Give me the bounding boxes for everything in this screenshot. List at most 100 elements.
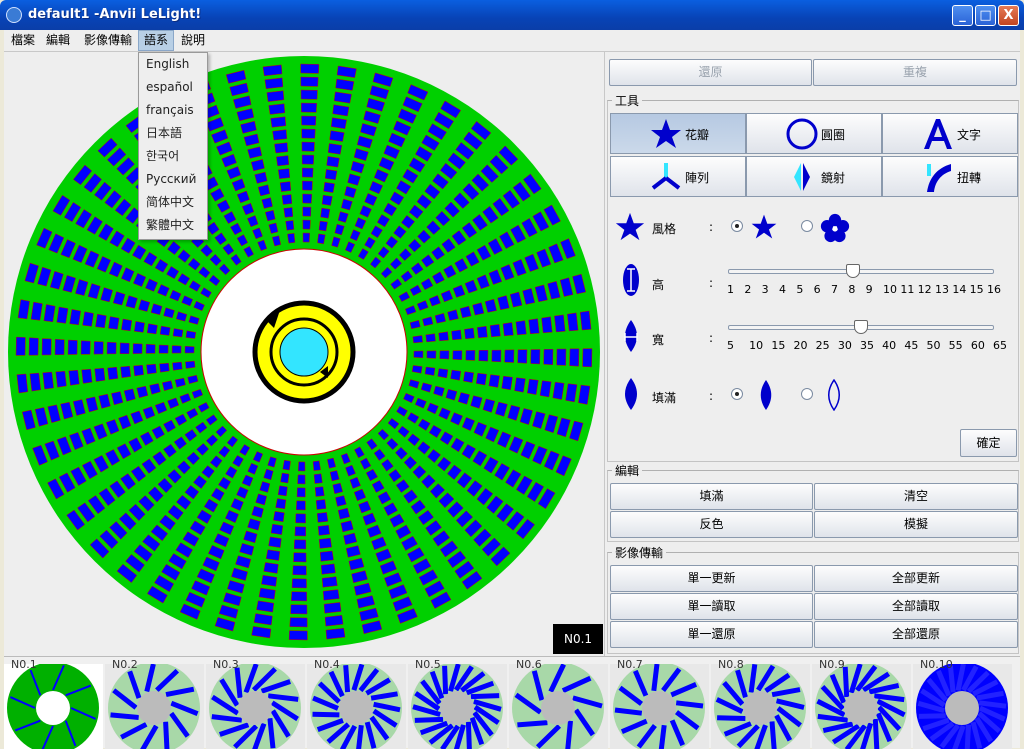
menu-language[interactable]: 語系: [138, 30, 175, 51]
pattern-cell: [302, 167, 314, 178]
language-option-english[interactable]: English: [139, 53, 207, 76]
pattern-cell: [289, 617, 308, 628]
language-option-traditional-chinese[interactable]: 繁體中文: [139, 214, 207, 237]
height-slider-track[interactable]: [728, 269, 994, 274]
pattern-cell: [69, 309, 81, 326]
pattern-cell: [425, 333, 436, 343]
invert-button[interactable]: 反色: [610, 511, 813, 538]
tool-text-button[interactable]: 文字: [882, 113, 1018, 154]
thumbnail-slot[interactable]: N0.7: [610, 657, 709, 749]
tool-text-label: 文字: [957, 128, 982, 142]
thumbnail-slot[interactable]: N0.9: [812, 657, 911, 749]
drawing-canvas[interactable]: N0.1: [4, 52, 604, 656]
fill-solid-radio[interactable]: [731, 388, 743, 400]
language-option-simplified-chinese[interactable]: 简体中文: [139, 191, 207, 214]
width-slider-thumb[interactable]: [854, 320, 868, 334]
transfer-group-title: 影像傳輸: [612, 544, 667, 561]
language-option-korean[interactable]: 한국어: [139, 145, 207, 168]
language-option-russian[interactable]: Русский: [139, 168, 207, 191]
pattern-cell: [426, 350, 437, 359]
slider-tick-label: 10: [883, 283, 897, 296]
tool-circle-button[interactable]: 圓圈: [746, 113, 882, 154]
pattern-cell: [15, 336, 26, 356]
tool-petal-button[interactable]: 花瓣: [610, 113, 746, 154]
confirm-button[interactable]: 確定: [960, 429, 1017, 457]
slider-tick-label: 3: [761, 283, 769, 296]
pattern-cell: [332, 104, 350, 117]
restore-all-button[interactable]: 全部還原: [814, 621, 1018, 648]
slider-tick-label: 9: [865, 283, 873, 296]
thumbnail-slot[interactable]: N0.4: [307, 657, 406, 749]
fill-outline-radio[interactable]: [801, 388, 813, 400]
menu-help[interactable]: 說明: [176, 30, 210, 51]
thumbnail-slot[interactable]: N0.8: [711, 657, 810, 749]
thumbnail-slot[interactable]: N0.5: [408, 657, 507, 749]
thumbnail-slot[interactable]: N0.2: [105, 657, 204, 749]
flower-style-icon: [820, 213, 850, 243]
thumbnail-slot[interactable]: N0.6: [509, 657, 608, 749]
menu-image-transfer[interactable]: 影像傳輸: [79, 30, 137, 51]
pattern-cell: [290, 604, 308, 615]
clear-button[interactable]: 清空: [814, 483, 1018, 510]
fill-button[interactable]: 填滿: [610, 483, 813, 510]
thumbnail-image: [913, 664, 1012, 749]
pattern-cell: [451, 329, 462, 341]
style-icon: [615, 212, 645, 241]
pattern-cell: [501, 375, 513, 391]
pattern-cell: [278, 168, 291, 179]
thumbnail-label: N0.9: [819, 658, 845, 671]
pattern-cell: [478, 350, 489, 362]
language-option-japanese[interactable]: 日本語: [139, 122, 207, 145]
pattern-cell: [318, 537, 332, 549]
thumbnail-slot[interactable]: N0.1: [4, 657, 103, 749]
language-option-spanish[interactable]: español: [139, 76, 207, 99]
slider-tick-label: 1: [727, 283, 734, 296]
pattern-cell: [530, 349, 541, 365]
pattern-cell: [277, 485, 288, 497]
width-slider-ticks: 5 10 15 20 25 30 35 40 45 50 55 60 65: [727, 339, 1007, 353]
pattern-cell: [318, 220, 328, 232]
style-star-radio[interactable]: [731, 220, 743, 232]
minimize-button[interactable]: _: [952, 5, 973, 26]
height-icon: [623, 264, 639, 296]
pattern-cell: [158, 344, 169, 354]
redo-button[interactable]: 重複: [813, 59, 1017, 86]
pattern-cell: [317, 233, 326, 245]
thumbnail-slot[interactable]: N0.3: [206, 657, 305, 749]
update-all-button[interactable]: 全部更新: [814, 565, 1018, 592]
pattern-wheel[interactable]: [4, 52, 604, 656]
menu-file[interactable]: 檔案: [6, 30, 40, 51]
pattern-cell: [119, 342, 130, 354]
pattern-cell: [282, 459, 291, 471]
thumbnail-image: [307, 664, 406, 749]
width-icon: [624, 320, 638, 352]
slider-tick-label: 16: [987, 283, 1001, 296]
read-all-button[interactable]: 全部讀取: [814, 593, 1018, 620]
close-button[interactable]: X: [998, 5, 1019, 26]
height-slider-thumb[interactable]: [846, 264, 860, 278]
pattern-cell: [185, 360, 196, 369]
undo-button[interactable]: 還原: [609, 59, 812, 86]
update-one-button[interactable]: 單一更新: [610, 565, 813, 592]
maximize-button[interactable]: □: [975, 5, 996, 26]
slider-tick-label: 50: [926, 339, 941, 352]
pattern-cell: [68, 369, 80, 386]
pattern-cell: [275, 498, 287, 510]
pattern-cell: [274, 142, 289, 154]
menu-edit[interactable]: 編輯: [41, 30, 75, 51]
simulate-button[interactable]: 模擬: [814, 511, 1018, 538]
read-one-button[interactable]: 單一讀取: [610, 593, 813, 620]
style-flower-radio[interactable]: [801, 220, 813, 232]
tool-array-button[interactable]: 陣列: [610, 156, 746, 197]
rotation-handle-icon[interactable]: [252, 300, 356, 404]
thumbnail-slot[interactable]: N0.10: [913, 657, 1012, 749]
tool-twist-button[interactable]: 扭轉: [882, 156, 1018, 197]
app-icon: [6, 7, 22, 23]
restore-one-button[interactable]: 單一還原: [610, 621, 813, 648]
slider-tick-label: 10: [749, 339, 764, 352]
language-option-french[interactable]: français: [139, 99, 207, 122]
tool-mirror-button[interactable]: 鏡射: [746, 156, 882, 197]
pattern-cell: [324, 615, 344, 627]
pattern-cell: [464, 327, 475, 340]
pattern-cell: [300, 89, 318, 100]
